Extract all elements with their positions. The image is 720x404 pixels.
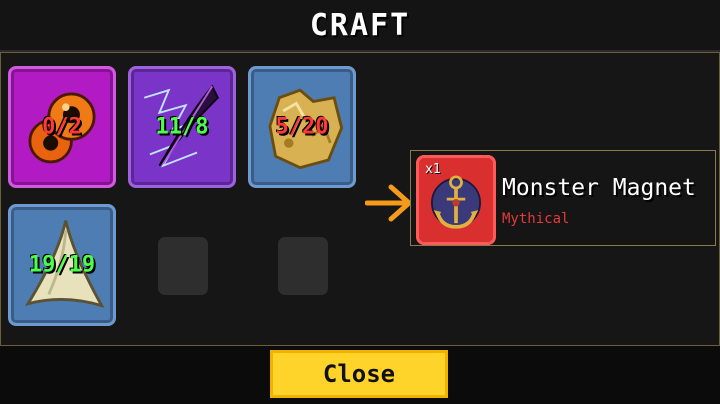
ingredient-slot-orbs[interactable]: 0/2: [8, 66, 116, 188]
ingredient-slot-feather[interactable]: 11/8: [128, 66, 236, 188]
ingredient-slot-gold[interactable]: 5/20: [248, 66, 356, 188]
result-item-name: Monster Magnet: [502, 175, 696, 201]
ingredient-slot-tooth[interactable]: 19/19: [8, 204, 116, 326]
title-bar: CRAFT: [0, 0, 720, 52]
ingredient-count: 0/2: [42, 114, 82, 140]
close-button[interactable]: Close: [270, 350, 448, 398]
arrow-right-icon: [365, 184, 412, 222]
empty-slot[interactable]: [278, 237, 328, 295]
empty-slot[interactable]: [158, 237, 208, 295]
window-title: CRAFT: [309, 7, 411, 43]
anchor-magnet-icon: [431, 175, 481, 229]
ingredient-count: 19/19: [28, 252, 96, 278]
ingredient-count: 5/20: [275, 114, 329, 140]
result-slot[interactable]: x1: [416, 155, 496, 245]
ingredient-count: 11/8: [155, 114, 209, 140]
result-item-rarity: Mythical: [502, 211, 570, 227]
